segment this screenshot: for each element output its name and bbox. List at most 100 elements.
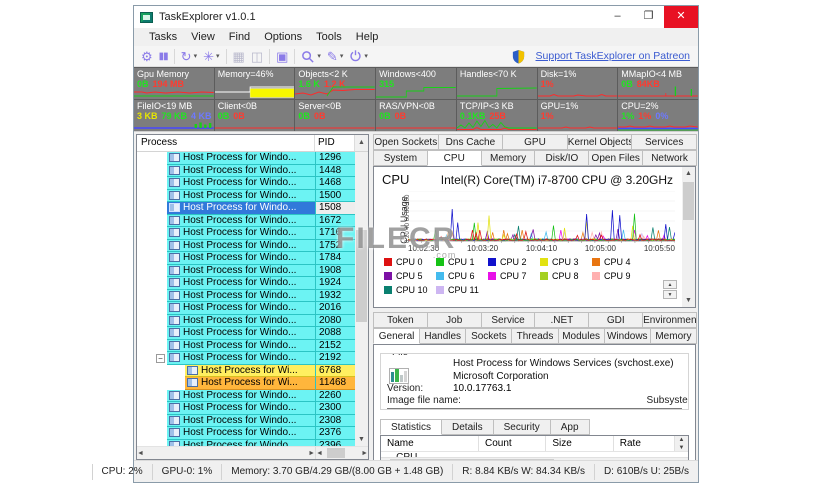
- stats-header-rate[interactable]: Rate: [614, 436, 676, 451]
- image-path-field[interactable]: C:\Windows\System32\svchost.exe: [387, 408, 682, 409]
- table-row[interactable]: Host Process for Windo... 1924: [137, 277, 355, 290]
- table-row[interactable]: Host Process for Windo... 1672: [137, 214, 355, 227]
- menu-tools[interactable]: Tools: [309, 31, 349, 43]
- table-row[interactable]: Host Process for Windo... 2396: [137, 439, 355, 446]
- legend-item-cpu-3[interactable]: CPU 3: [540, 257, 592, 267]
- process-pid-cell[interactable]: 1296: [315, 152, 355, 165]
- tab-open-sockets[interactable]: Open Sockets: [373, 134, 439, 150]
- scroll-up-icon[interactable]: ▲: [355, 135, 368, 151]
- process-pid-cell[interactable]: 1932: [315, 289, 355, 302]
- tab-open-files[interactable]: Open Files: [588, 150, 644, 166]
- scroll-right-icon[interactable]: ►: [308, 447, 315, 460]
- perf-panel-memory-46[interactable]: Memory=46%: [214, 68, 295, 99]
- scroll-left-icon[interactable]: ◄: [137, 447, 144, 460]
- menu-view[interactable]: View: [184, 31, 222, 43]
- process-pid-cell[interactable]: 2260: [315, 389, 355, 402]
- tab-general[interactable]: General: [373, 328, 421, 344]
- scrollbar-thumb[interactable]: [326, 448, 345, 458]
- process-name-cell[interactable]: Host Process for Windo...: [167, 152, 315, 165]
- tab-system[interactable]: System: [373, 150, 428, 166]
- tab-modules[interactable]: Modules: [557, 328, 605, 344]
- table-row[interactable]: Host Process for Windo... 1716: [137, 227, 355, 240]
- maximize-button[interactable]: ❐: [633, 6, 664, 28]
- process-name-cell[interactable]: Host Process for Windo...: [167, 289, 315, 302]
- menu-help[interactable]: Help: [349, 31, 386, 43]
- tab-cpu[interactable]: CPU: [426, 150, 482, 166]
- tab-statistics[interactable]: Statistics: [380, 419, 443, 435]
- table-row[interactable]: Host Process for Windo... 2152: [137, 339, 355, 352]
- perf-panel-server-0b[interactable]: Server<0B 0B 0B: [295, 100, 376, 131]
- process-name-cell[interactable]: Host Process for Windo...: [167, 164, 315, 177]
- process-pid-cell[interactable]: 11468: [315, 377, 355, 390]
- perf-panel-gpu-memory[interactable]: Gpu Memory 0B 194 MB: [134, 68, 214, 99]
- tab-disk-io[interactable]: Disk/IO: [534, 150, 590, 166]
- process-pid-cell[interactable]: 1500: [315, 189, 355, 202]
- settings-gears-icon[interactable]: ⚙: [138, 47, 156, 66]
- perf-panel-windows-400[interactable]: Windows<400 315: [376, 68, 456, 99]
- minimize-button[interactable]: –: [602, 6, 633, 28]
- process-pid-cell[interactable]: 2088: [315, 327, 355, 340]
- stats-header-size[interactable]: Size: [546, 436, 614, 451]
- process-pid-cell[interactable]: 2016: [315, 302, 355, 315]
- perf-panel-disk-1[interactable]: Disk=1% 1%: [537, 68, 618, 99]
- chevron-down-icon[interactable]: ▾: [317, 52, 321, 60]
- tab-net[interactable]: .NET: [534, 312, 590, 328]
- collapse-expander-icon[interactable]: −: [156, 354, 165, 363]
- perf-panel-handles-70-k[interactable]: Handles<70 K: [456, 68, 537, 99]
- tab-security[interactable]: Security: [492, 419, 551, 435]
- process-name-cell[interactable]: Host Process for Windo...: [167, 427, 315, 440]
- process-name-cell[interactable]: Host Process for Windo...: [167, 389, 315, 402]
- scroll-right-icon[interactable]: ►: [361, 447, 368, 460]
- legend-item-cpu-1[interactable]: CPU 1: [436, 257, 488, 267]
- scroll-down-icon[interactable]: ▼: [675, 444, 688, 452]
- patreon-link[interactable]: Support TaskExplorer on Patreon: [536, 50, 690, 62]
- table-row[interactable]: Host Process for Windo... 2016: [137, 302, 355, 315]
- process-name-cell[interactable]: Host Process for Windo...: [167, 177, 315, 190]
- legend-item-cpu-5[interactable]: CPU 5: [384, 271, 436, 281]
- legend-item-cpu-2[interactable]: CPU 2: [488, 257, 540, 267]
- scrollbar-thumb[interactable]: [356, 230, 367, 322]
- perf-panel-cpu-2[interactable]: CPU=2% 1% 1% 0%: [618, 100, 698, 131]
- process-pid-cell[interactable]: 1672: [315, 214, 355, 227]
- process-pid-cell[interactable]: 2376: [315, 427, 355, 440]
- highlight-icon[interactable]: ✎ ▾: [324, 47, 346, 66]
- refresh-icon[interactable]: ↻ ▾: [178, 47, 200, 66]
- process-name-cell[interactable]: Host Process for Windo...: [167, 202, 315, 215]
- table-row[interactable]: Host Process for Wi... 6768: [137, 364, 355, 377]
- table-row[interactable]: Host Process for Windo... 2088: [137, 327, 355, 340]
- process-name-cell[interactable]: Host Process for Windo...: [167, 352, 315, 365]
- perf-panel-client-0b[interactable]: Client<0B 0B 0B: [214, 100, 295, 131]
- tab-job[interactable]: Job: [426, 312, 482, 328]
- process-name-cell[interactable]: Host Process for Wi...: [185, 364, 315, 377]
- process-horizontal-scrollbar[interactable]: ◄ ► ◄ ►: [137, 446, 368, 459]
- table-row[interactable]: Host Process for Windo... 1500: [137, 189, 355, 202]
- perf-panel-mmapio-4-mb[interactable]: MMapIO<4 MB 0B 84KB: [618, 68, 698, 99]
- process-pid-cell[interactable]: 1924: [315, 277, 355, 290]
- process-name-cell[interactable]: Host Process for Windo...: [167, 252, 315, 265]
- tab-gdi[interactable]: GDI: [588, 312, 644, 328]
- process-pid-cell[interactable]: 2396: [315, 439, 355, 446]
- tab-service[interactable]: Service: [480, 312, 536, 328]
- process-name-cell[interactable]: Host Process for Windo...: [167, 314, 315, 327]
- scrollbar-thumb[interactable]: [683, 182, 694, 220]
- process-name-cell[interactable]: Host Process for Windo...: [167, 339, 315, 352]
- chevron-down-icon[interactable]: ▾: [194, 52, 198, 60]
- pid-column-header[interactable]: PID: [315, 135, 355, 151]
- find-icon[interactable]: ▾: [298, 47, 324, 66]
- legend-item-cpu-10[interactable]: CPU 10: [384, 285, 436, 295]
- scroll-up-icon[interactable]: ▲: [675, 436, 688, 444]
- tab-memory[interactable]: Memory: [649, 328, 697, 344]
- process-name-cell[interactable]: Host Process for Windo...: [167, 214, 315, 227]
- legend-item-cpu-11[interactable]: CPU 11: [436, 285, 488, 295]
- table-row[interactable]: Host Process for Windo... 2080: [137, 314, 355, 327]
- process-pid-cell[interactable]: 6768: [315, 364, 355, 377]
- legend-item-cpu-7[interactable]: CPU 7: [488, 271, 540, 281]
- process-name-cell[interactable]: Host Process for Windo...: [167, 227, 315, 240]
- monitor-icon[interactable]: ▣: [273, 47, 291, 66]
- table-row[interactable]: Host Process for Windo... 1448: [137, 164, 355, 177]
- close-button[interactable]: ✕: [664, 6, 698, 28]
- perf-panel-ras-vpn-0b[interactable]: RAS/VPN<0B 0B 0B: [376, 100, 456, 131]
- process-name-cell[interactable]: Host Process for Wi...: [185, 377, 315, 390]
- table-row[interactable]: Host Process for Windo... 2376: [137, 427, 355, 440]
- legend-item-cpu-9[interactable]: CPU 9: [592, 271, 644, 281]
